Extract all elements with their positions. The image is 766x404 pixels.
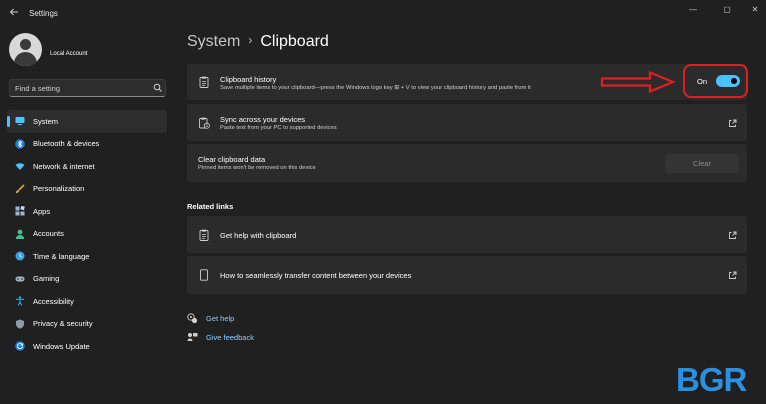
related-link-transfer[interactable]: How to seamlessly transfer content betwe… <box>187 256 747 294</box>
help-chat-icon <box>187 313 198 324</box>
related-link-label: How to seamlessly transfer content betwe… <box>220 271 412 280</box>
related-link-label: Get help with clipboard <box>220 231 297 240</box>
bgr-watermark-logo: BGR <box>676 361 747 398</box>
accessibility-icon <box>16 296 24 306</box>
sidebar-item-label: Gaming <box>33 274 60 283</box>
monitor-icon <box>15 117 25 125</box>
brush-icon <box>16 183 25 193</box>
sidebar-item-apps[interactable]: Apps <box>7 200 167 223</box>
clear-button[interactable]: Clear <box>665 154 739 173</box>
sidebar-item-label: Accessibility <box>33 296 74 306</box>
apps-icon <box>15 206 25 216</box>
sidebar-item-bluetooth[interactable]: Bluetooth & devices <box>7 133 167 156</box>
external-link-icon[interactable] <box>728 271 737 280</box>
sidebar-item-gaming[interactable]: Gaming <box>7 268 167 291</box>
sidebar-item-accessibility[interactable]: Accessibility <box>7 290 167 313</box>
sidebar-item-label: Apps <box>33 206 51 216</box>
sidebar-item-label: Personalization <box>33 184 85 193</box>
related-links-heading: Related links <box>187 202 234 211</box>
sync-clipboard-icon <box>199 117 210 129</box>
search-box[interactable] <box>9 79 166 97</box>
globe-clock-icon <box>15 251 25 261</box>
breadcrumb-separator: › <box>248 33 253 47</box>
related-link-help[interactable]: Get help with clipboard <box>187 216 747 253</box>
title-bar: Settings — ▢ ✕ <box>0 0 766 28</box>
breadcrumb: System › Clipboard <box>187 33 329 51</box>
profile-name: Local Account <box>50 51 88 57</box>
clear-clipboard-title: Clear clipboard data <box>198 155 266 164</box>
sidebar-item-label: Windows Update <box>33 341 90 351</box>
sidebar-item-label: Accounts <box>33 229 64 238</box>
bluetooth-icon <box>15 138 25 149</box>
sidebar-item-label: Network & internet <box>33 161 95 171</box>
update-icon <box>15 341 25 351</box>
sidebar-item-label: System <box>33 116 59 126</box>
external-link-icon[interactable] <box>728 231 737 240</box>
maximize-button[interactable]: ▢ <box>720 4 734 16</box>
active-indicator <box>7 116 10 127</box>
sidebar-item-label: Bluetooth & devices <box>33 139 100 148</box>
close-button[interactable]: ✕ <box>748 4 762 16</box>
feedback-icon <box>187 333 198 341</box>
back-arrow-icon <box>9 8 18 16</box>
clipboard-history-title: Clipboard history <box>220 75 277 84</box>
gamepad-icon <box>15 276 25 281</box>
sync-devices-title: Sync across your devices <box>220 115 306 124</box>
sidebar-item-label: Time & language <box>33 251 90 261</box>
sync-devices-description: Paste text from your PC to supported dev… <box>220 125 337 131</box>
clear-clipboard-card: Clear clipboard data Pinned items won't … <box>187 144 747 182</box>
clear-clipboard-description: Pinned items won't be removed on this de… <box>198 165 316 171</box>
give-feedback-link[interactable]: Give feedback <box>187 331 297 345</box>
sidebar-item-windows-update[interactable]: Windows Update <box>7 335 167 358</box>
search-icon[interactable] <box>153 83 163 93</box>
annotation-arrow-icon <box>600 70 676 94</box>
sync-devices-card[interactable]: Sync across your devices Paste text from… <box>187 104 747 141</box>
sidebar-item-privacy[interactable]: Privacy & security <box>7 313 167 336</box>
person-icon <box>15 229 25 239</box>
shield-icon <box>16 319 24 329</box>
minimize-button[interactable]: — <box>686 4 700 16</box>
avatar[interactable] <box>9 33 42 66</box>
clipboard-icon <box>199 229 209 241</box>
phone-icon <box>200 269 208 281</box>
sidebar-item-system[interactable]: System <box>7 110 167 133</box>
external-link-icon[interactable] <box>728 119 737 128</box>
get-help-label: Get help <box>206 314 235 323</box>
sidebar-nav: System Bluetooth & devices Network & int… <box>7 110 167 358</box>
breadcrumb-parent[interactable]: System <box>187 33 240 50</box>
sidebar-item-time-language[interactable]: Time & language <box>7 245 167 268</box>
clipboard-history-icon <box>199 76 209 88</box>
sidebar-item-network[interactable]: Network & internet <box>7 155 167 178</box>
wifi-icon <box>15 163 25 170</box>
get-help-link[interactable]: Get help <box>187 312 287 326</box>
page-title: Clipboard <box>260 33 329 50</box>
clipboard-history-description: Save multiple items to your clipboard—pr… <box>220 85 531 91</box>
back-button[interactable] <box>6 6 22 22</box>
annotation-highlight-box <box>683 64 748 98</box>
sidebar-item-personalization[interactable]: Personalization <box>7 178 167 201</box>
sidebar-item-accounts[interactable]: Accounts <box>7 223 167 246</box>
sidebar-item-label: Privacy & security <box>33 319 93 328</box>
search-input[interactable] <box>15 83 145 94</box>
app-title: Settings <box>29 9 58 18</box>
give-feedback-label: Give feedback <box>206 333 254 342</box>
